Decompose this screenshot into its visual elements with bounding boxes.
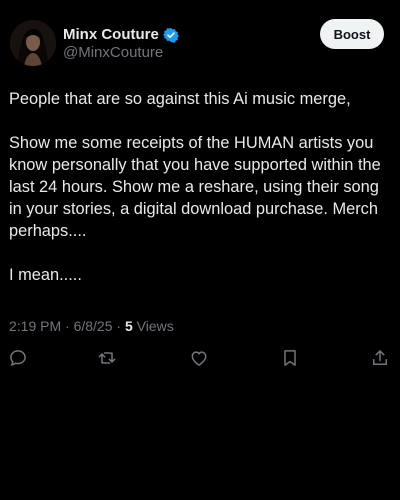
views-label: Views [132, 318, 174, 334]
post-paragraph: I mean..... [9, 266, 82, 284]
post-timestamp[interactable]: 2:19 PM · 6/8/25 · [9, 318, 125, 334]
author-name[interactable]: Minx Couture [63, 26, 159, 43]
action-bar [0, 347, 400, 373]
post-text: People that are so against this Ai music… [9, 88, 393, 286]
verified-badge-icon [162, 27, 179, 43]
post-header: Minx Couture @MinxCouture Boost [0, 0, 400, 80]
boost-button[interactable]: Boost [320, 19, 384, 49]
views-count: 5 [124, 318, 133, 334]
reply-button[interactable] [7, 347, 29, 369]
share-icon [373, 350, 387, 365]
post-paragraph: People that are so against this Ai music… [9, 90, 351, 108]
repost-button[interactable] [96, 347, 118, 369]
share-button[interactable] [369, 347, 391, 369]
avatar[interactable] [10, 20, 56, 66]
like-button[interactable] [188, 347, 210, 369]
post-meta: 2:19 PM · 6/8/25 · 5 Views [9, 318, 174, 334]
like-icon [191, 351, 207, 366]
reply-icon [10, 350, 26, 366]
author-name-row: Minx Couture [63, 26, 179, 43]
post-paragraph: Show me some receipts of the HUMAN artis… [9, 134, 381, 240]
bookmark-icon [284, 350, 296, 366]
bookmark-button[interactable] [279, 347, 301, 369]
author-handle[interactable]: @MinxCouture [63, 44, 163, 61]
repost-icon [98, 352, 116, 364]
